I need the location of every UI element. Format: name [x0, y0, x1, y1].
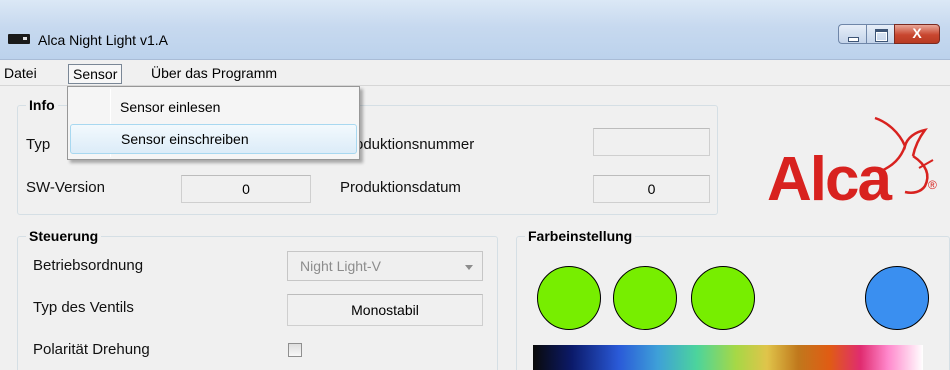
- menu-item-sensor-einschreiben[interactable]: Sensor einschreiben: [70, 124, 357, 154]
- produktionsnummer-field: [593, 128, 710, 156]
- window-controls: X: [838, 24, 940, 44]
- steuerung-group-title: Steuerung: [26, 228, 102, 244]
- menu-bar: Datei Sensor Über das Programm: [0, 61, 950, 86]
- color-spectrum-slider[interactable]: [533, 345, 923, 370]
- menu-ueber-das-programm[interactable]: Über das Programm: [147, 64, 281, 84]
- info-group-title: Info: [26, 97, 58, 113]
- close-icon: X: [912, 25, 922, 41]
- sw-version-field: 0: [181, 175, 311, 203]
- app-icon: [8, 34, 30, 44]
- produktionsnummer-label: Produktionsnummer: [340, 136, 475, 153]
- betriebsordnung-select[interactable]: Night Light-V: [287, 251, 483, 281]
- registered-mark: ®: [928, 178, 937, 192]
- typ-des-ventils-field: Monostabil: [287, 294, 483, 326]
- menu-datei[interactable]: Datei: [0, 64, 41, 84]
- polaritaet-drehung-label: Polarität Drehung: [33, 341, 150, 358]
- typ-label: Typ: [26, 136, 51, 153]
- sensor-dropdown-menu: Sensor einlesen Sensor einschreiben: [67, 86, 360, 160]
- color-circle-3[interactable]: [691, 266, 755, 330]
- color-circle-1[interactable]: [537, 266, 601, 330]
- produktionsdatum-field: 0: [593, 175, 710, 203]
- sw-version-label: SW-Version: [26, 179, 105, 196]
- menu-item-sensor-einlesen[interactable]: Sensor einlesen: [70, 93, 357, 123]
- color-circle-4[interactable]: [865, 266, 929, 330]
- chevron-down-icon: [465, 265, 473, 270]
- minimize-button[interactable]: [838, 24, 866, 44]
- typ-des-ventils-label: Typ des Ventils: [33, 299, 134, 316]
- menu-sensor[interactable]: Sensor: [68, 64, 123, 84]
- produktionsdatum-label: Produktionsdatum: [340, 179, 461, 196]
- alca-logo: Alca ®: [755, 108, 950, 214]
- title-bar: Alca Night Light v1.A X: [0, 0, 950, 60]
- maximize-button[interactable]: [866, 24, 894, 44]
- color-circle-2[interactable]: [613, 266, 677, 330]
- window-title: Alca Night Light v1.A: [38, 32, 168, 48]
- betriebsordnung-label: Betriebsordnung: [33, 257, 144, 274]
- close-button[interactable]: X: [894, 24, 940, 44]
- polaritaet-drehung-checkbox[interactable]: [288, 343, 302, 357]
- betriebsordnung-value: Night Light-V: [300, 258, 381, 274]
- logo-text: Alca: [767, 145, 892, 214]
- farbeinstellung-group-title: Farbeinstellung: [525, 228, 636, 244]
